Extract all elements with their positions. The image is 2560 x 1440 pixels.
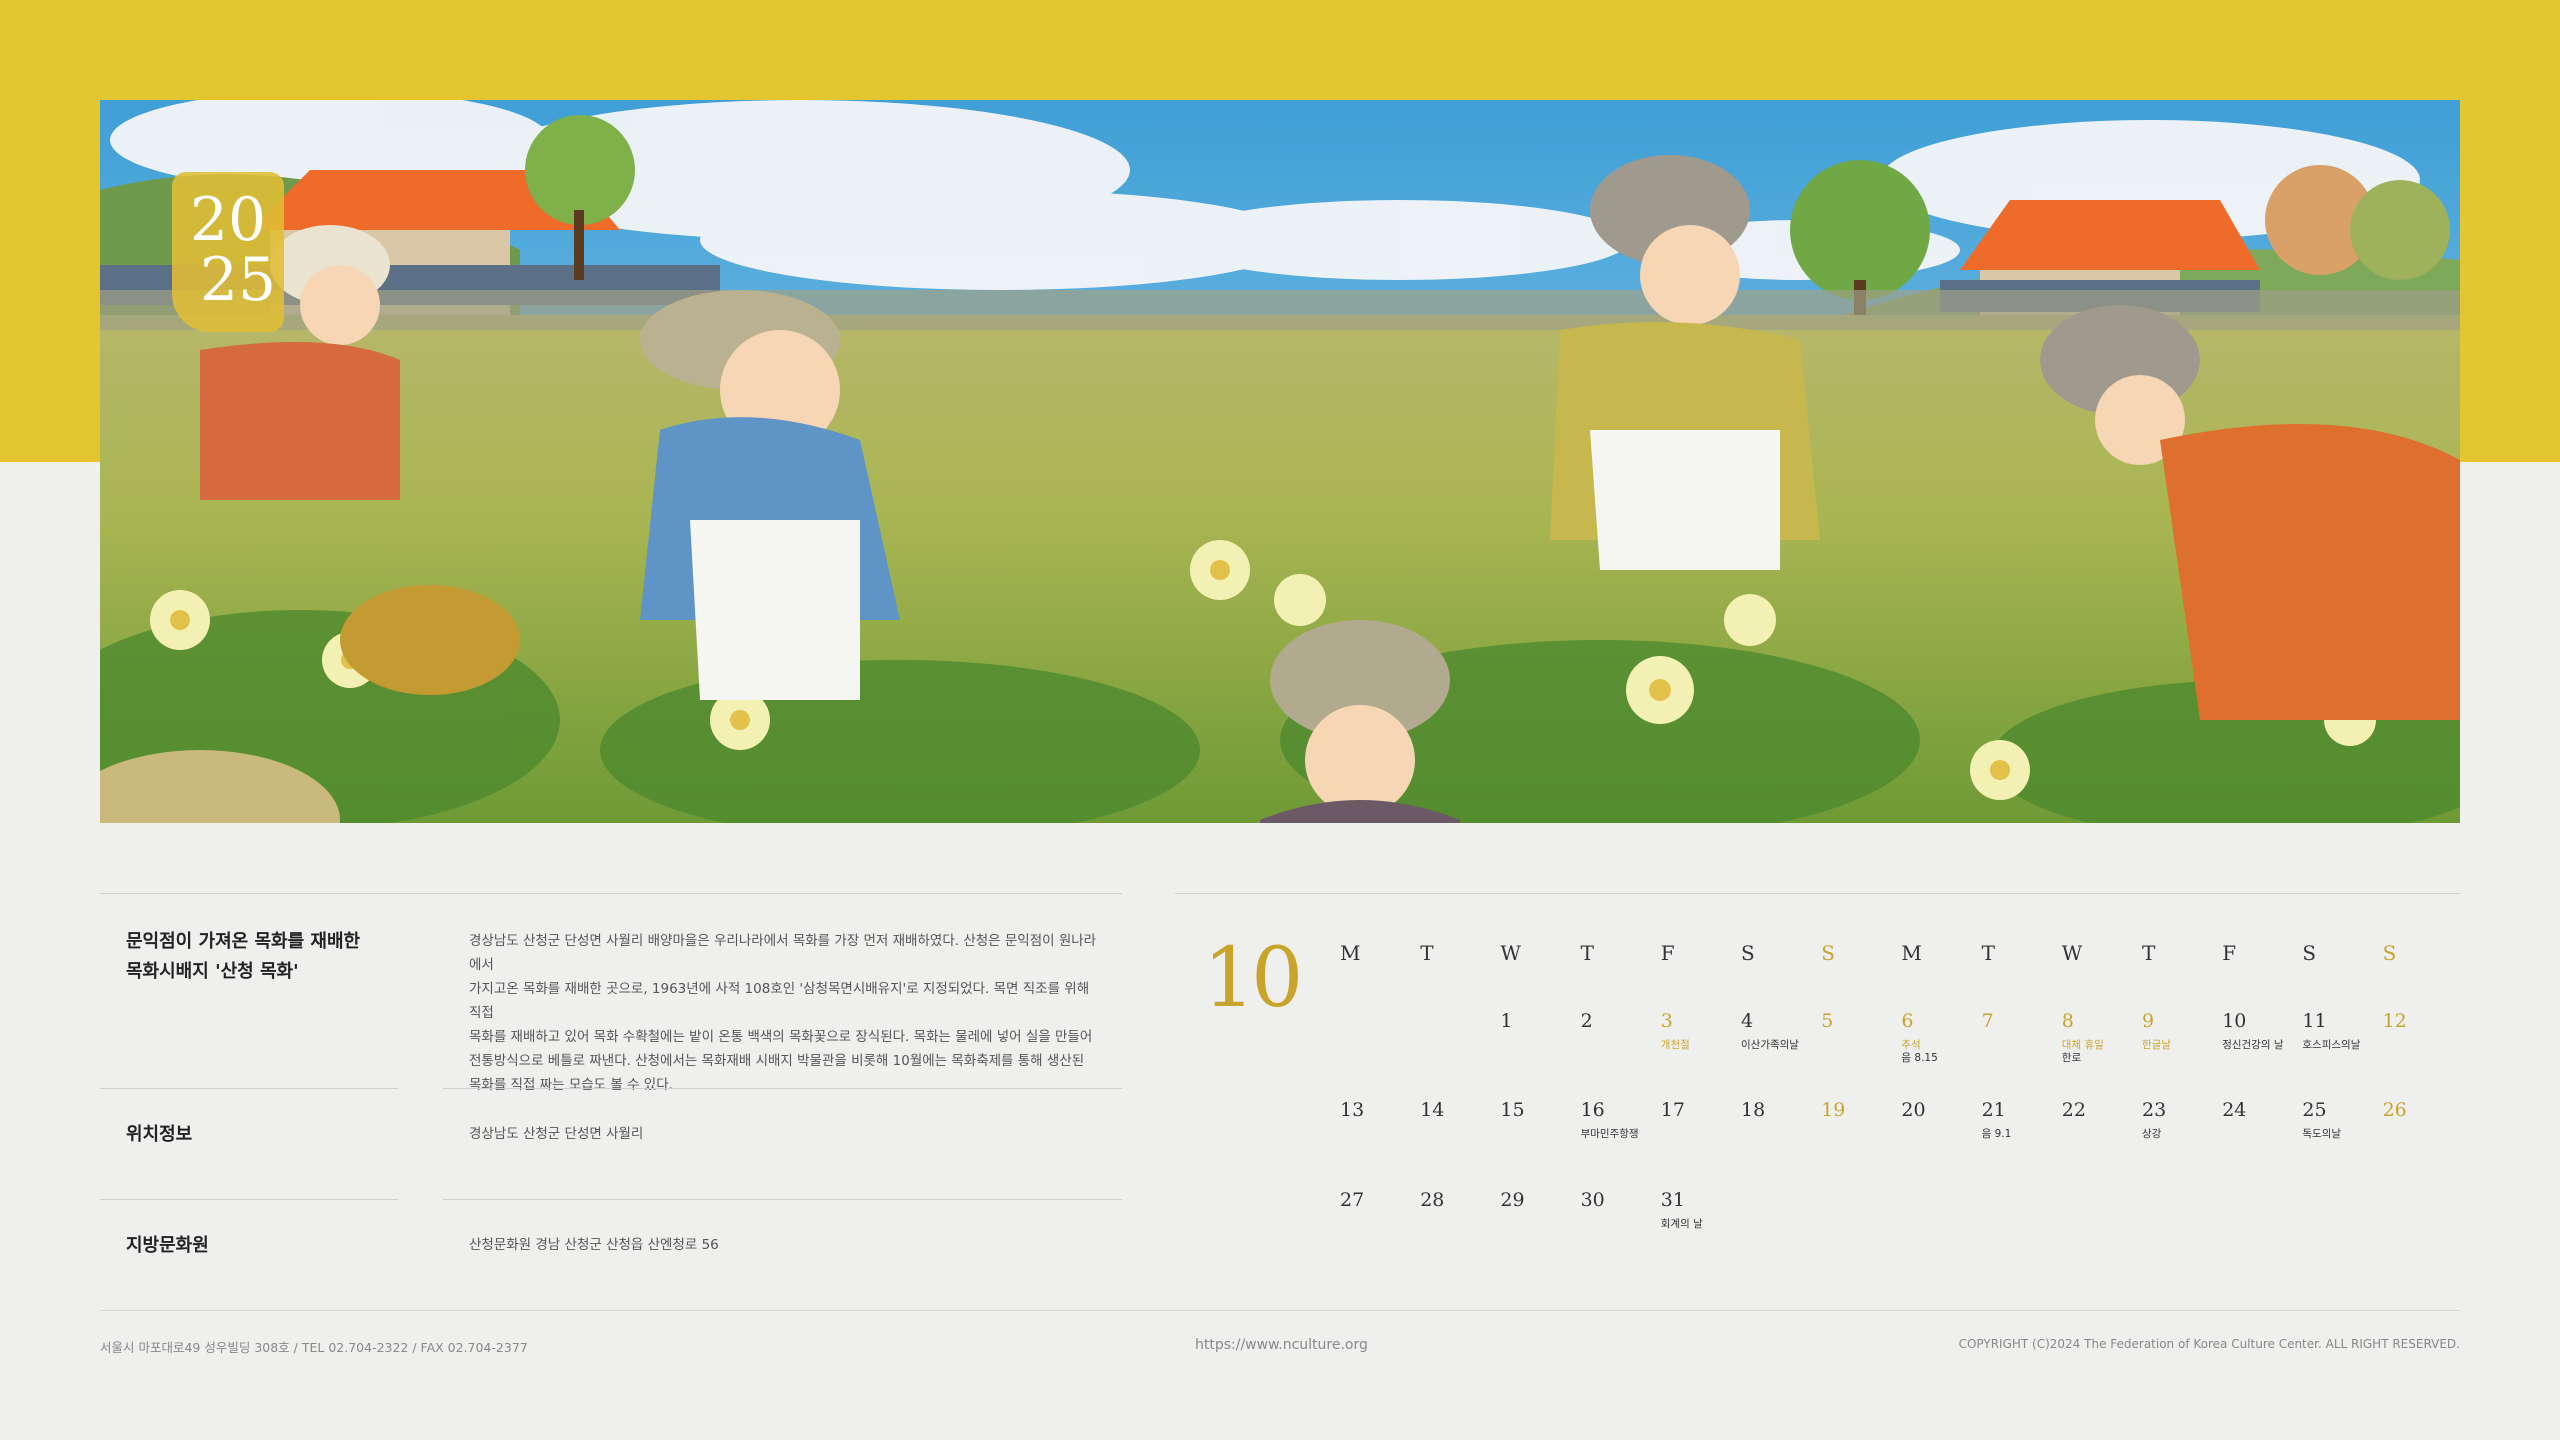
calendar-day: 21 <box>1981 1099 2006 1121</box>
culture-center-label: 지방문화원 <box>126 1235 209 1256</box>
divider <box>443 1199 1122 1200</box>
calendar-day-note: 정신건강의 날 <box>2222 1039 2284 1051</box>
weekday-header: T <box>2142 941 2156 965</box>
calendar-day-note: 한로 <box>2061 1052 2082 1064</box>
calendar-day-note: 호스피스의날 <box>2302 1039 2361 1051</box>
weekday-header: W <box>1500 941 1521 965</box>
weekday-header: M <box>1340 941 1361 965</box>
cotton-field-illustration <box>100 100 2460 823</box>
calendar-day: 18 <box>1741 1099 1766 1121</box>
year-bottom: 25 <box>199 245 277 315</box>
calendar-day: 13 <box>1340 1099 1365 1121</box>
info-title-line2: 목화시배지 '산청 목화' <box>126 961 299 982</box>
calendar-day: 9 <box>2142 1010 2155 1032</box>
calendar-day: 17 <box>1660 1099 1685 1121</box>
calendar-day: 14 <box>1420 1099 1445 1121</box>
calendar-day-note: 한글날 <box>2142 1039 2171 1051</box>
calendar-day-note: 음 8.15 <box>1901 1052 1938 1064</box>
weekday-header: S <box>1821 941 1835 965</box>
calendar-day-note: 개천절 <box>1660 1039 1690 1051</box>
calendar-day: 12 <box>2382 1010 2407 1032</box>
calendar-day: 4 <box>1741 1010 1754 1032</box>
calendar-day: 16 <box>1580 1099 1605 1121</box>
description-line: 목화를 재배하고 있어 목화 수확철에는 밭이 온통 백색의 목화꽃으로 장식된… <box>469 1029 1093 1045</box>
month-number: 10 <box>1203 931 1303 1026</box>
calendar-day: 1 <box>1500 1010 1513 1032</box>
calendar-day-note: 추석 <box>1901 1039 1921 1051</box>
divider <box>443 1088 1122 1089</box>
calendar-day: 7 <box>1981 1010 1994 1032</box>
calendar-day: 28 <box>1420 1189 1445 1211</box>
calendar-day: 2 <box>1580 1010 1593 1032</box>
footer-copyright: COPYRIGHT (C)2024 The Federation of Kore… <box>1958 1337 2460 1351</box>
footer-address: 서울시 마포대로49 성우빌딩 308호 / TEL 02.704-2322 /… <box>100 1340 528 1355</box>
calendar-day-note: 회계의 날 <box>1660 1218 1703 1230</box>
year-top: 20 <box>189 185 267 255</box>
calendar-day: 23 <box>2142 1099 2167 1121</box>
calendar-day-note: 독도의날 <box>2302 1128 2342 1140</box>
calendar-day-note: 음 9.1 <box>1981 1128 2012 1140</box>
calendar-day: 31 <box>1660 1189 1685 1211</box>
info-title-line1: 문익점이 가져온 목화를 재배한 <box>126 931 361 952</box>
calendar-day: 30 <box>1580 1189 1605 1211</box>
calendar-day: 19 <box>1821 1099 1846 1121</box>
weekday-header: T <box>1981 941 1995 965</box>
calendar-day-note: 대체 휴일 <box>2061 1039 2104 1051</box>
calendar-day: 20 <box>1901 1099 1926 1121</box>
footer-divider <box>100 1310 2460 1311</box>
calendar-day: 27 <box>1340 1189 1365 1211</box>
hero-illustration <box>100 100 2460 823</box>
weekday-header: W <box>2061 941 2083 965</box>
calendar-day: 8 <box>2061 1010 2074 1032</box>
calendar-day: 6 <box>1901 1010 1914 1032</box>
weekday-header: M <box>1901 941 1922 965</box>
weekday-header: S <box>2382 941 2397 965</box>
info-title: 문익점이 가져온 목화를 재배한 목화시배지 '산청 목화' <box>126 927 360 987</box>
weekday-header: S <box>1741 941 1755 965</box>
info-description: 경상남도 산청군 단성면 사월리 배양마을은 우리나라에서 목화를 가장 먼저 … <box>469 929 1099 1097</box>
description-line: 가지고온 목화를 재배한 곳으로, 1963년에 사적 108호인 '삼청목면시… <box>469 981 1090 1021</box>
year-badge: 20 25 <box>172 172 284 332</box>
calendar-day-note: 이산가족의날 <box>1741 1039 1799 1051</box>
calendar-day: 10 <box>2222 1010 2247 1032</box>
weekday-header: T <box>1420 941 1434 965</box>
calendar-day: 5 <box>1821 1010 1834 1032</box>
weekday-header: S <box>2302 941 2317 965</box>
calendar-day: 24 <box>2222 1099 2247 1121</box>
culture-center-value: 산청문화원 경남 산청군 산청읍 산엔청로 56 <box>469 1237 719 1253</box>
calendar-day: 26 <box>2382 1099 2407 1121</box>
description-line: 목화를 직접 짜는 모습도 볼 수 있다. <box>469 1077 673 1093</box>
calendar-day-note: 상강 <box>2142 1128 2162 1140</box>
divider <box>1175 893 2460 894</box>
calendar-day: 22 <box>2061 1099 2086 1121</box>
calendar-day: 25 <box>2302 1099 2327 1121</box>
divider <box>100 1088 398 1089</box>
calendar-day: 29 <box>1500 1189 1525 1211</box>
calendar-day: 15 <box>1500 1099 1525 1121</box>
calendar-day-note: 부마민주항쟁 <box>1580 1128 1639 1140</box>
description-line: 전통방식으로 베틀로 짜낸다. 산청에서는 목화재배 시배지 박물관을 비롯해 … <box>469 1053 1085 1069</box>
weekday-header: F <box>1660 941 1675 965</box>
description-line: 경상남도 산청군 단성면 사월리 배양마을은 우리나라에서 목화를 가장 먼저 … <box>469 933 1097 973</box>
weekday-header: T <box>1580 941 1594 965</box>
location-label: 위치정보 <box>126 1124 193 1145</box>
footer-url-link[interactable]: https://www.nculture.org <box>1195 1337 1368 1353</box>
calendar-day: 11 <box>2302 1010 2327 1032</box>
calendar-day: 3 <box>1660 1010 1673 1032</box>
weekday-header: F <box>2222 941 2237 965</box>
divider <box>100 1199 398 1200</box>
location-value: 경상남도 산청군 단성면 사월리 <box>469 1126 644 1142</box>
divider <box>100 893 1122 894</box>
